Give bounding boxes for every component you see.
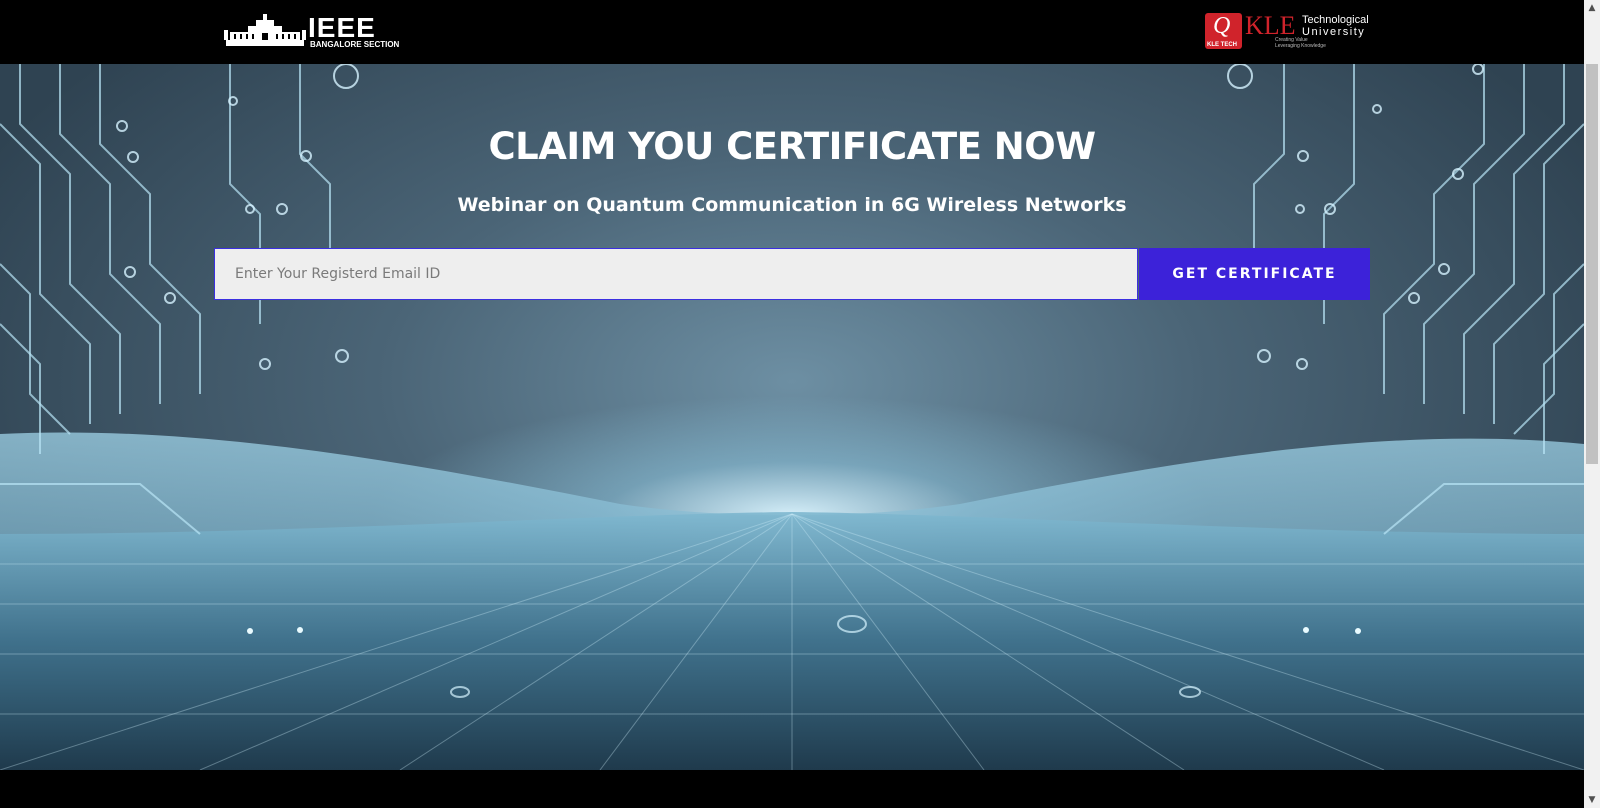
email-input[interactable] xyxy=(214,248,1138,300)
building-icon xyxy=(224,14,306,46)
ieee-logo-subtext: BANGALORE SECTION xyxy=(310,40,400,49)
vertical-scrollbar[interactable]: ▲ ▼ xyxy=(1584,0,1600,808)
page-title: CLAIM YOU CERTIFICATE NOW xyxy=(488,124,1096,168)
scroll-down-arrow-icon[interactable]: ▼ xyxy=(1584,792,1600,808)
kle-logo-tagline: Creating Value Leveraging Knowledge xyxy=(1275,37,1326,49)
webinar-subtitle: Webinar on Quantum Communication in 6G W… xyxy=(457,194,1127,216)
bottom-bar xyxy=(0,770,1584,808)
hero-section: CLAIM YOU CERTIFICATE NOW Webinar on Qua… xyxy=(0,64,1584,770)
scroll-up-arrow-icon[interactable]: ▲ xyxy=(1584,0,1600,16)
kle-logo-name: Technological University xyxy=(1302,14,1369,38)
certificate-form: GET CERTIFICATE xyxy=(214,248,1370,300)
kle-tech-logo[interactable]: Q KLE TECH KLE Technological University … xyxy=(1205,11,1369,51)
top-header-bar: IEEE BANGALORE SECTION Q KLE TECH KLE Te… xyxy=(0,0,1584,64)
ieee-bangalore-logo[interactable]: IEEE BANGALORE SECTION xyxy=(224,12,399,50)
kle-emblem-tag: KLE TECH xyxy=(1207,42,1237,48)
circuit-background-image xyxy=(0,64,1584,770)
scrollbar-thumb[interactable] xyxy=(1586,64,1598,464)
kle-emblem-icon: Q KLE TECH xyxy=(1205,13,1242,49)
get-certificate-button[interactable]: GET CERTIFICATE xyxy=(1139,248,1370,300)
